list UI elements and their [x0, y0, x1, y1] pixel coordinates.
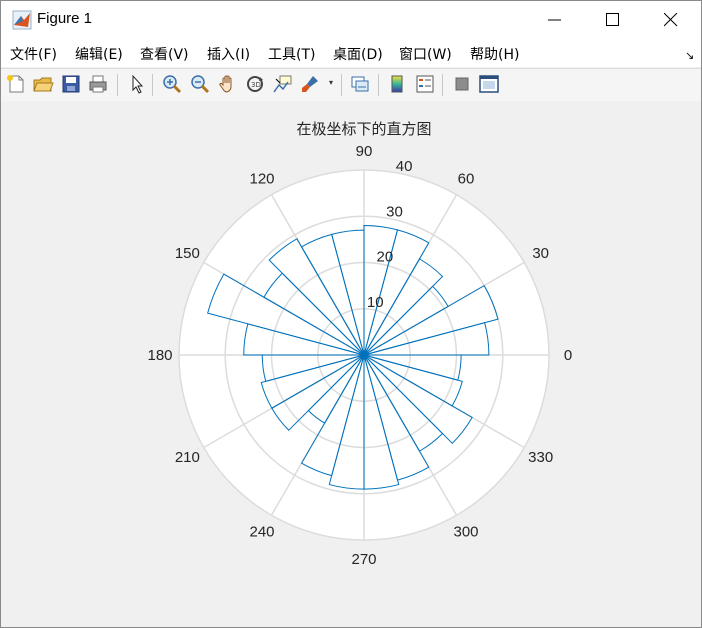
menu-window[interactable]: 窗口(W) — [399, 44, 452, 64]
rotate-3d-icon[interactable]: 3D — [244, 73, 266, 95]
brush-icon[interactable] — [299, 73, 321, 95]
minimize-icon — [548, 19, 561, 21]
chart-title: 在极坐标下的直方图 — [296, 120, 431, 138]
hide-plot-tools-icon[interactable] — [451, 73, 473, 95]
theta-tick-label: 210 — [175, 449, 200, 466]
menu-help[interactable]: 帮助(H) — [470, 44, 519, 64]
print-icon[interactable] — [87, 73, 109, 95]
theta-tick-label: 60 — [458, 170, 475, 187]
new-file-icon[interactable] — [5, 73, 27, 95]
close-icon — [664, 13, 678, 27]
pointer-icon[interactable] — [126, 73, 148, 95]
menu-insert[interactable]: 插入(I) — [207, 44, 250, 64]
maximize-icon — [606, 13, 619, 26]
data-cursor-icon[interactable] — [271, 73, 293, 95]
colorbar-icon[interactable] — [386, 73, 408, 95]
save-icon[interactable] — [60, 73, 82, 95]
brush-dropdown-icon[interactable]: ▾ — [329, 78, 333, 87]
title-bar: Figure 1 — [1, 1, 701, 39]
menu-view[interactable]: 查看(V) — [140, 44, 189, 64]
matlab-logo-icon — [12, 10, 32, 30]
maximize-button[interactable] — [585, 1, 643, 39]
theta-tick-label: 150 — [175, 245, 200, 262]
pan-hand-icon[interactable] — [217, 73, 239, 95]
figure-window: Figure 1 文件(F) 编辑(E) 查看(V) 插入(I) 工具(T) 桌… — [0, 0, 702, 628]
window-title: Figure 1 — [37, 10, 93, 27]
theta-tick-label: 0 — [564, 347, 572, 364]
link-plot-icon[interactable] — [349, 73, 371, 95]
minimize-button[interactable] — [527, 1, 585, 39]
figure-toolbar: 3D ▾ — [1, 68, 701, 102]
theta-tick-label: 240 — [249, 524, 274, 541]
legend-icon[interactable] — [414, 73, 436, 95]
menu-desktop[interactable]: 桌面(D) — [333, 44, 383, 64]
svg-text:3D: 3D — [251, 81, 261, 89]
menu-bar: 文件(F) 编辑(E) 查看(V) 插入(I) 工具(T) 桌面(D) 窗口(W… — [1, 39, 701, 67]
r-tick-label: 40 — [396, 158, 413, 175]
toolbar-dock-arrow-icon[interactable]: ↘ — [685, 49, 694, 62]
r-tick-label: 10 — [367, 294, 384, 311]
theta-tick-label: 90 — [356, 143, 373, 160]
toolbar-separator — [152, 74, 153, 96]
polar-histogram-chart[interactable]: 030609012015018021024027030033010203040 … — [1, 101, 701, 627]
figure-canvas: 0 30 60 90 120 150 180 210 240 270 300 330 10 20 30 40 … — [1, 101, 701, 627]
menu-tools[interactable]: 工具(T) — [268, 44, 315, 64]
toolbar-separator — [341, 74, 342, 96]
theta-tick-label: 300 — [453, 524, 478, 541]
menu-edit[interactable]: 编辑(E) — [75, 44, 123, 64]
r-tick-label: 30 — [386, 203, 403, 220]
theta-tick-label: 180 — [147, 347, 172, 364]
close-button[interactable] — [643, 1, 701, 39]
toolbar-separator — [117, 74, 118, 96]
menu-file[interactable]: 文件(F) — [10, 44, 57, 64]
theta-tick-label: 330 — [528, 449, 553, 466]
toolbar-separator — [378, 74, 379, 96]
theta-tick-label: 120 — [249, 170, 274, 187]
theta-tick-label: 30 — [532, 245, 549, 262]
zoom-in-icon[interactable] — [161, 73, 183, 95]
show-plot-tools-icon[interactable] — [478, 73, 500, 95]
toolbar-separator — [442, 74, 443, 96]
zoom-out-icon[interactable] — [189, 73, 211, 95]
theta-tick-label: 270 — [351, 551, 376, 568]
open-folder-icon[interactable] — [32, 73, 54, 95]
r-tick-label: 20 — [377, 249, 394, 266]
